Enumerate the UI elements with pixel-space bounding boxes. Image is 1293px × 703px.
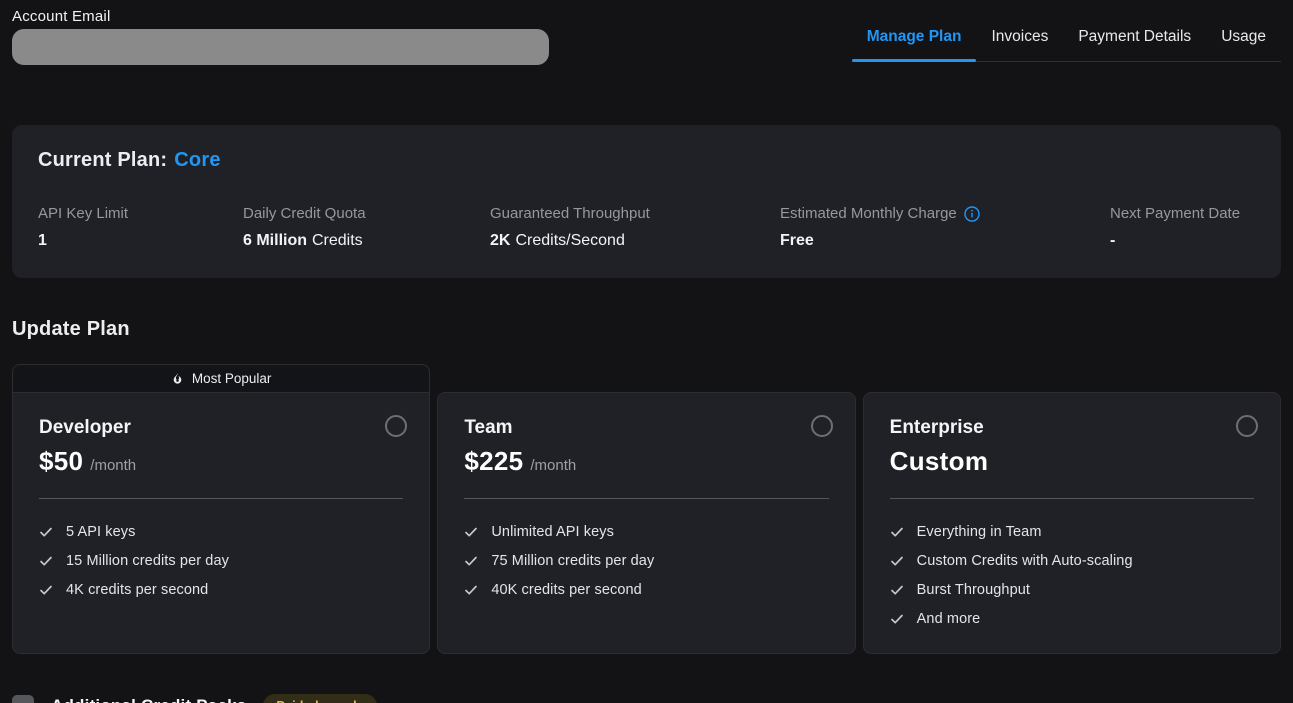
- credit-packs-label: Additional Credit Packs: [51, 696, 246, 703]
- stat-api-key-limit: API Key Limit 1: [38, 205, 243, 250]
- check-icon: [39, 583, 53, 597]
- tab-usage[interactable]: Usage: [1206, 22, 1281, 61]
- plan-options: Most Popular Developer $50 /month 5 API …: [12, 364, 1281, 654]
- additional-credit-packs-row: Additional Credit Packs Paid plan only: [12, 694, 1281, 703]
- check-icon: [890, 612, 904, 626]
- plan-period: /month: [530, 457, 576, 474]
- plan-card-developer[interactable]: Developer $50 /month 5 API keys 15 Milli…: [12, 392, 430, 654]
- billing-tabs: Manage Plan Invoices Payment Details Usa…: [852, 22, 1281, 62]
- paid-plan-only-badge: Paid plan only: [263, 694, 377, 703]
- plan-card-team[interactable]: Team $225 /month Unlimited API keys 75 M…: [437, 392, 855, 654]
- plan-name: Team: [464, 417, 828, 439]
- current-plan-name: Core: [174, 149, 220, 171]
- plan-features: 5 API keys 15 Million credits per day 4K…: [39, 522, 403, 600]
- check-icon: [890, 583, 904, 597]
- info-circle-icon[interactable]: [964, 206, 980, 222]
- plan-features: Everything in Team Custom Credits with A…: [890, 522, 1254, 629]
- current-plan-card: Current Plan: Core API Key Limit 1 Daily …: [12, 125, 1281, 278]
- plan-price-row: Custom: [890, 446, 1254, 477]
- feature-item: 15 Million credits per day: [39, 551, 403, 571]
- plan-divider: [464, 498, 828, 499]
- credit-packs-checkbox[interactable]: [12, 695, 34, 703]
- check-icon: [890, 554, 904, 568]
- stat-label: Guaranteed Throughput: [490, 205, 780, 222]
- plan-name: Developer: [39, 417, 403, 439]
- current-plan-stats: API Key Limit 1 Daily Credit Quota 6 Mil…: [38, 205, 1255, 250]
- plan-card-enterprise[interactable]: Enterprise Custom Everything in Team Cus…: [863, 392, 1281, 654]
- stat-label: Next Payment Date: [1110, 205, 1240, 222]
- plan-spacer: [437, 364, 855, 392]
- plan-spacer: [863, 364, 1281, 392]
- plan-price-row: $50 /month: [39, 446, 403, 477]
- stat-value: 1: [38, 232, 243, 250]
- plan-divider: [39, 498, 403, 499]
- stat-label: API Key Limit: [38, 205, 243, 222]
- feature-item: 4K credits per second: [39, 580, 403, 600]
- plan-price: $225: [464, 446, 523, 477]
- feature-item: Custom Credits with Auto-scaling: [890, 551, 1254, 571]
- plan-radio-team[interactable]: [811, 415, 833, 437]
- plan-radio-enterprise[interactable]: [1236, 415, 1258, 437]
- stat-value: Free: [780, 232, 1110, 250]
- plan-price: Custom: [890, 446, 989, 477]
- plan-column-enterprise: Enterprise Custom Everything in Team Cus…: [863, 364, 1281, 654]
- plan-price: $50: [39, 446, 83, 477]
- stat-daily-credit-quota: Daily Credit Quota 6 MillionCredits: [243, 205, 490, 250]
- stat-value: 2KCredits/Second: [490, 232, 780, 250]
- check-icon: [39, 525, 53, 539]
- page-header: Account Email Manage Plan Invoices Payme…: [12, 0, 1281, 65]
- current-plan-title: Current Plan: Core: [38, 149, 1255, 172]
- stat-value: 6 MillionCredits: [243, 232, 490, 250]
- tab-invoices[interactable]: Invoices: [976, 22, 1063, 61]
- plan-period: /month: [90, 457, 136, 474]
- fire-icon: [171, 372, 184, 385]
- stat-next-payment-date: Next Payment Date -: [1110, 205, 1240, 250]
- feature-item: Burst Throughput: [890, 580, 1254, 600]
- most-popular-banner: Most Popular: [12, 364, 430, 392]
- stat-guaranteed-throughput: Guaranteed Throughput 2KCredits/Second: [490, 205, 780, 250]
- plan-column-developer: Most Popular Developer $50 /month 5 API …: [12, 364, 430, 654]
- check-icon: [464, 525, 478, 539]
- account-email-input[interactable]: [12, 29, 549, 65]
- update-plan-heading: Update Plan: [12, 318, 1281, 341]
- stat-estimated-monthly-charge: Estimated Monthly Charge Free: [780, 205, 1110, 250]
- stat-label: Daily Credit Quota: [243, 205, 490, 222]
- plan-divider: [890, 498, 1254, 499]
- plan-column-team: Team $225 /month Unlimited API keys 75 M…: [437, 364, 855, 654]
- tab-manage-plan[interactable]: Manage Plan: [852, 22, 977, 61]
- feature-item: And more: [890, 609, 1254, 629]
- feature-item: 40K credits per second: [464, 580, 828, 600]
- feature-item: 5 API keys: [39, 522, 403, 542]
- check-icon: [890, 525, 904, 539]
- feature-item: 75 Million credits per day: [464, 551, 828, 571]
- feature-item: Unlimited API keys: [464, 522, 828, 542]
- most-popular-label: Most Popular: [192, 371, 272, 386]
- current-plan-title-prefix: Current Plan:: [38, 149, 167, 171]
- account-email-block: Account Email: [12, 8, 549, 65]
- plan-price-row: $225 /month: [464, 446, 828, 477]
- feature-item: Everything in Team: [890, 522, 1254, 542]
- plan-features: Unlimited API keys 75 Million credits pe…: [464, 522, 828, 600]
- check-icon: [464, 583, 478, 597]
- check-icon: [464, 554, 478, 568]
- tab-payment-details[interactable]: Payment Details: [1063, 22, 1206, 61]
- plan-radio-developer[interactable]: [385, 415, 407, 437]
- billing-page: Account Email Manage Plan Invoices Payme…: [0, 0, 1293, 703]
- plan-name: Enterprise: [890, 417, 1254, 439]
- check-icon: [39, 554, 53, 568]
- stat-value: -: [1110, 232, 1240, 250]
- account-email-label: Account Email: [12, 8, 549, 25]
- stat-label: Estimated Monthly Charge: [780, 205, 1110, 222]
